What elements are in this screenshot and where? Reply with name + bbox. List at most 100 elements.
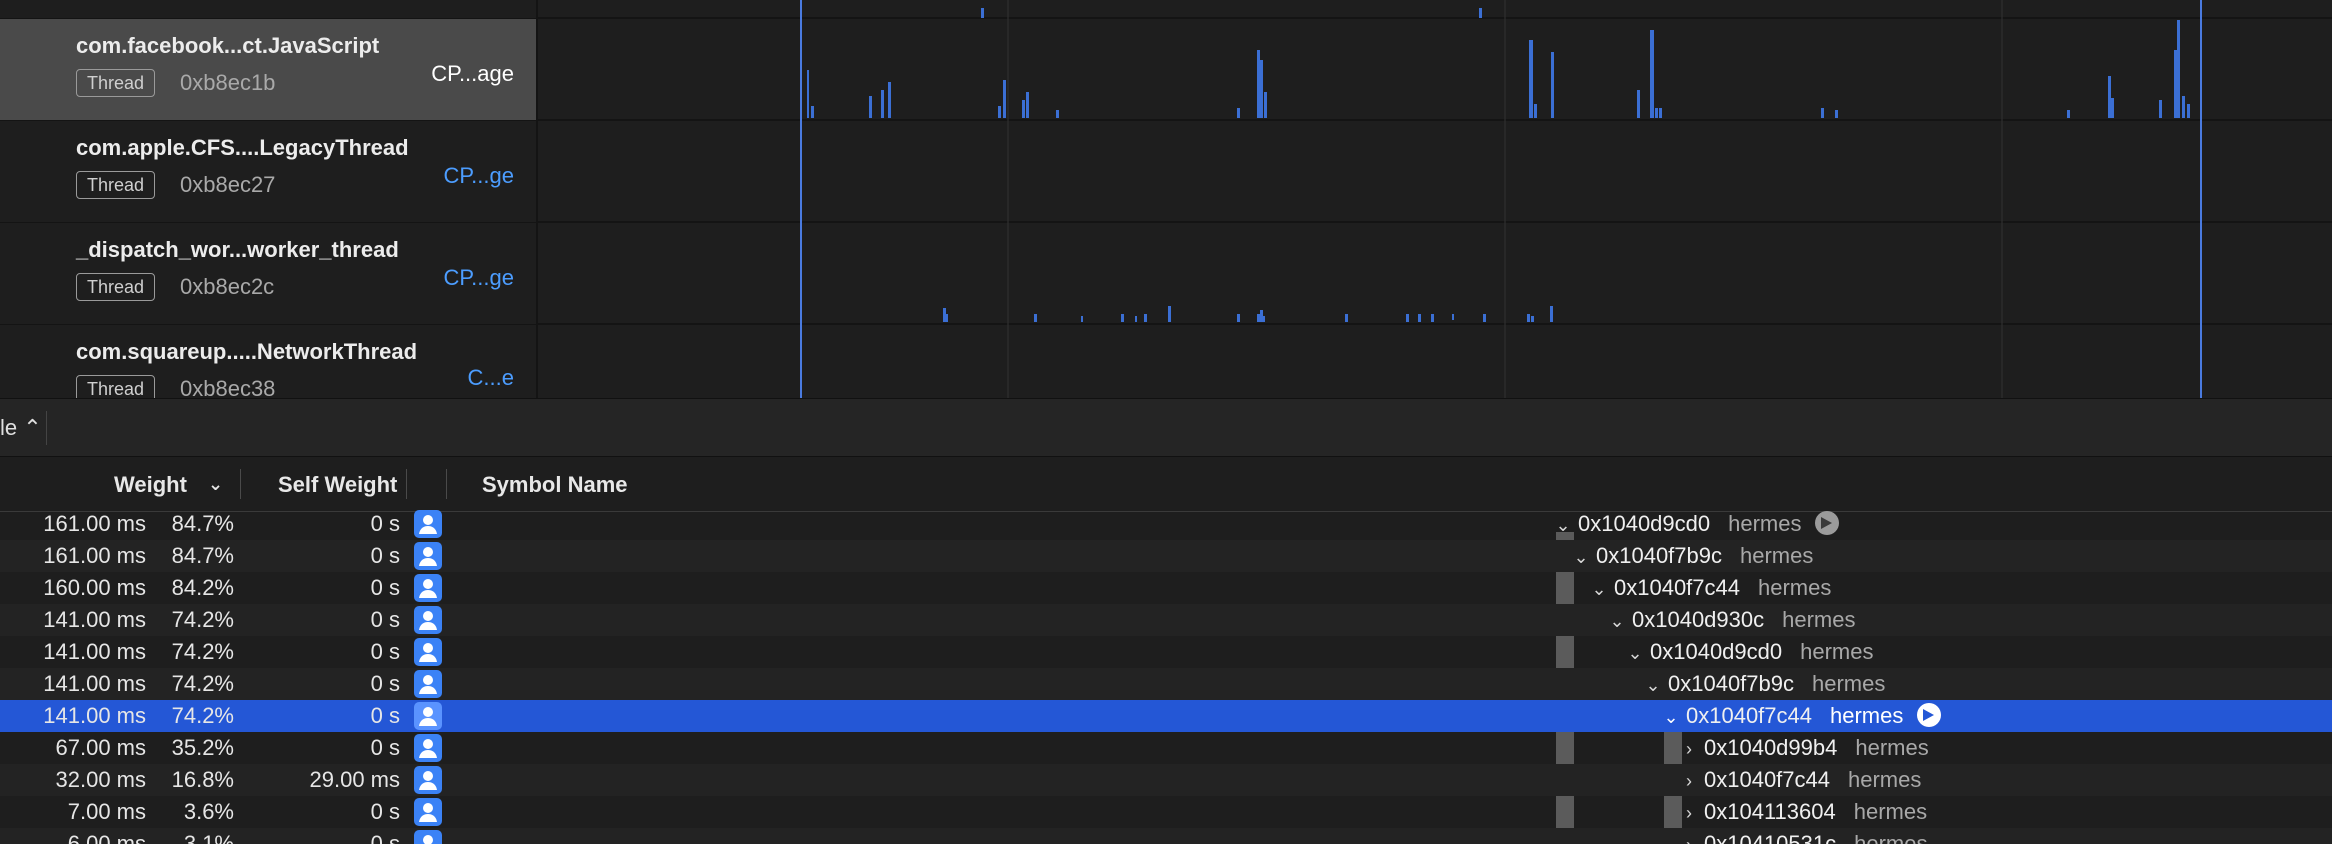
track-labels: com.facebook...ct.JavaScript Thread 0xb8… <box>0 0 536 403</box>
symbol-name: 0x1040d930c <box>1632 607 1765 632</box>
library-name: hermes <box>1812 671 1886 696</box>
weight-pct: 84.2% <box>171 575 234 600</box>
symbol-cell: ⌄ 0x1040f7b9c hermes <box>1572 543 1813 569</box>
track-cpu-menu[interactable]: C...e <box>468 365 514 391</box>
symbol-name: 0x1040f7c44 <box>1704 767 1830 792</box>
user-icon <box>414 574 442 602</box>
symbol-cell: › 0x104113604 hermes <box>1680 799 1927 825</box>
user-icon <box>414 542 442 570</box>
chevron-right-icon[interactable]: › <box>1680 835 1698 844</box>
self-weight: 0 s <box>370 831 400 844</box>
table-row[interactable]: 160.00 ms 84.2% 0 s ⌄ 0x1040f7c44 hermes <box>0 572 2332 604</box>
thread-id: 0xb8ec27 <box>180 172 276 197</box>
chevron-down-icon[interactable]: ⌄ <box>208 474 223 495</box>
weight-pct: 84.7% <box>171 511 234 536</box>
weight-pct: 3.6% <box>183 799 234 824</box>
library-name: hermes <box>1758 575 1832 600</box>
symbol-name: 0x1040f7b9c <box>1668 671 1794 696</box>
table-row[interactable]: 67.00 ms 35.2% 0 s › 0x1040d99b4 hermes <box>0 732 2332 764</box>
table-row[interactable]: 161.00 ms 84.7% 0 s ⌄ 0x1040f7b9c hermes <box>0 540 2332 572</box>
thread-id: 0xb8ec2c <box>180 274 275 299</box>
weight-ms: 141.00 ms <box>43 671 146 696</box>
symbol-name: 0x10410531c <box>1704 831 1837 844</box>
timeline-graph-svg <box>538 0 2332 398</box>
track-name: com.apple.CFS....LegacyThread <box>76 135 409 160</box>
self-weight: 0 s <box>370 799 400 824</box>
weight-ms: 6.00 ms <box>67 831 146 844</box>
user-icon <box>414 606 442 634</box>
call-tree-header: Weight ⌄ Self Weight Symbol Name <box>0 456 2332 512</box>
weight-pct: 74.2% <box>171 671 234 696</box>
track-row-network[interactable]: com.squareup.....NetworkThread Thread 0x… <box>0 324 536 403</box>
symbol-name: 0x104113604 <box>1704 799 1836 824</box>
scope-bar: le ⌃ <box>0 398 2332 457</box>
symbol-cell: ⌄ 0x1040d930c hermes <box>1608 607 1855 633</box>
self-weight: 0 s <box>370 607 400 632</box>
table-row[interactable]: 32.00 ms 16.8% 29.00 ms › 0x1040f7c44 herm… <box>0 764 2332 796</box>
chevron-down-icon[interactable]: ⌄ <box>1554 515 1572 536</box>
symbol-name: 0x1040d99b4 <box>1704 735 1838 760</box>
user-icon <box>414 510 442 538</box>
self-weight: 0 s <box>370 703 400 728</box>
chevron-right-icon[interactable]: › <box>1680 803 1698 824</box>
weight-ms: 67.00 ms <box>55 735 147 760</box>
arrow-right-circle-icon[interactable] <box>1815 511 1840 535</box>
track-row-dispatch[interactable]: _dispatch_wor...worker_thread Thread 0xb… <box>0 222 536 324</box>
track-cpu-menu[interactable]: CP...age <box>431 61 514 87</box>
arrow-right-circle-icon[interactable] <box>1917 703 1942 727</box>
track-cpu-menu[interactable]: CP...ge <box>443 163 514 189</box>
symbol-cell: ⌄ 0x1040f7c44 hermes <box>1590 575 1831 601</box>
chevron-down-icon[interactable]: ⌄ <box>1608 611 1626 632</box>
call-tree-rows: 161.00 ms 84.7% 0 s ⌄ 0x1040d9cd0 hermes 1… <box>0 510 2332 844</box>
library-name: hermes <box>1853 799 1928 824</box>
user-icon <box>414 734 442 762</box>
self-weight: 29.00 ms <box>309 767 401 792</box>
column-separator[interactable] <box>446 469 447 499</box>
table-row[interactable]: 141.00 ms 74.2% 0 s ⌄ 0x1040d930c hermes <box>0 604 2332 636</box>
weight-pct: 74.2% <box>171 703 234 728</box>
table-row[interactable]: 6.00 ms 3.1% 0 s › 0x10410531c hermes <box>0 828 2332 844</box>
thread-tracks: com.facebook...ct.JavaScript Thread 0xb8… <box>0 0 2332 403</box>
track-cpu-menu[interactable]: CP...ge <box>443 265 514 291</box>
symbol-cell: ⌄ 0x1040d9cd0 hermes <box>1554 511 1840 537</box>
scope-selector[interactable]: le ⌃ <box>0 415 42 441</box>
user-icon <box>414 830 442 844</box>
chevron-down-icon[interactable]: ⌄ <box>1572 547 1590 568</box>
table-row[interactable]: 161.00 ms 84.7% 0 s ⌄ 0x1040d9cd0 hermes <box>0 510 2332 540</box>
weight-pct: 3.1% <box>183 831 234 844</box>
track-name: com.facebook...ct.JavaScript <box>76 33 380 58</box>
chevron-down-icon[interactable]: ⌄ <box>1590 579 1608 600</box>
column-header-weight[interactable]: Weight <box>114 472 187 498</box>
timeline-graph[interactable] <box>538 0 2332 398</box>
symbol-cell: › 0x10410531c hermes <box>1680 831 1927 844</box>
track-row-javascript[interactable]: com.facebook...ct.JavaScript Thread 0xb8… <box>0 18 536 120</box>
weight-ms: 141.00 ms <box>43 703 146 728</box>
column-separator[interactable] <box>240 469 241 499</box>
library-name: hermes <box>1782 607 1856 632</box>
column-header-symbol-name[interactable]: Symbol Name <box>482 472 628 498</box>
table-row-selected[interactable]: 141.00 ms 74.2% 0 s ⌄ 0x1040f7c44 hermes <box>0 700 2332 732</box>
chevron-down-icon[interactable]: ⌄ <box>1626 643 1644 664</box>
library-name: hermes <box>1855 735 1929 760</box>
track-row-legacy[interactable]: com.apple.CFS....LegacyThread Thread 0xb… <box>0 120 536 222</box>
table-row[interactable]: 7.00 ms 3.6% 0 s › 0x104113604 hermes <box>0 796 2332 828</box>
chevron-right-icon[interactable]: › <box>1680 739 1698 760</box>
symbol-cell: ⌄ 0x1040f7c44 hermes <box>1662 703 1942 729</box>
table-row[interactable]: 141.00 ms 74.2% 0 s ⌄ 0x1040f7b9c hermes <box>0 668 2332 700</box>
weight-pct: 74.2% <box>171 607 234 632</box>
chevron-right-icon[interactable]: › <box>1680 771 1698 792</box>
weight-pct: 35.2% <box>171 735 234 760</box>
column-header-self-weight[interactable]: Self Weight <box>278 472 397 498</box>
thread-badge: Thread <box>76 171 156 199</box>
symbol-name: 0x1040f7c44 <box>1614 575 1740 600</box>
chevron-down-icon[interactable]: ⌄ <box>1644 675 1662 696</box>
scope-separator <box>46 411 47 445</box>
track-name: _dispatch_wor...worker_thread <box>76 237 399 262</box>
symbol-cell: ⌄ 0x1040f7b9c hermes <box>1644 671 1885 697</box>
symbol-name: 0x1040f7c44 <box>1686 703 1812 728</box>
table-row[interactable]: 141.00 ms 74.2% 0 s ⌄ 0x1040d9cd0 hermes <box>0 636 2332 668</box>
chevron-down-icon[interactable]: ⌄ <box>1662 707 1680 728</box>
library-name: hermes <box>1728 511 1802 536</box>
column-separator[interactable] <box>406 469 407 499</box>
weight-ms: 32.00 ms <box>55 767 147 792</box>
